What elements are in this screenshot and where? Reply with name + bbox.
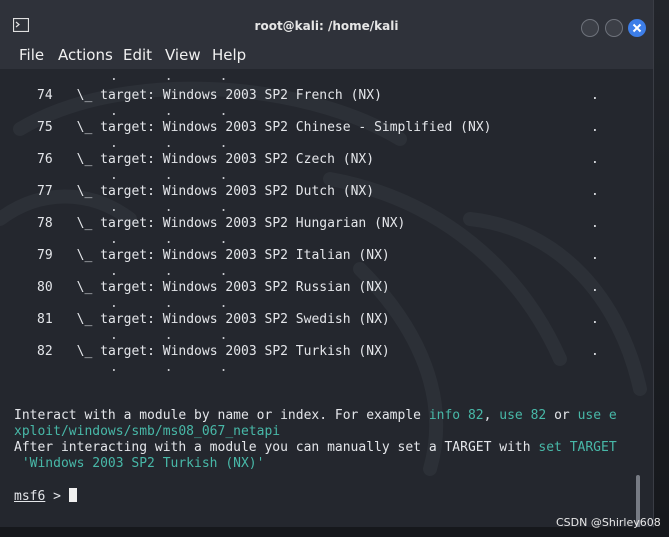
menu-view[interactable]: View	[165, 46, 201, 64]
terminal-window: root@kali: /home/kali File Actions Edit …	[0, 0, 654, 527]
row-tail: .	[591, 152, 599, 167]
watermark-text: CSDN @Shirley608	[556, 516, 661, 529]
dot-row: . . .	[110, 104, 228, 119]
menu-actions[interactable]: Actions	[58, 46, 113, 64]
row-tail: .	[591, 312, 599, 327]
list-item: 74 \_ target: Windows 2003 SP2 French (NX…	[37, 88, 382, 103]
dot-row: . . .	[110, 328, 228, 343]
close-button[interactable]	[628, 19, 646, 37]
terminal-output[interactable]: . . . 74 \_ target: Windows 2003 SP2 Fren…	[0, 69, 653, 527]
list-item: 75 \_ target: Windows 2003 SP2 Chinese - …	[37, 120, 492, 135]
row-tail: .	[591, 280, 599, 295]
maximize-button[interactable]	[605, 19, 623, 37]
dot-row: . . .	[110, 232, 228, 247]
dot-row: . . .	[110, 200, 228, 215]
dot-row: . . .	[110, 69, 228, 84]
row-tail: .	[591, 248, 599, 263]
help-line-4: 'Windows 2003 SP2 Turkish (NX)'	[14, 456, 265, 471]
prompt-label: msf6	[14, 489, 46, 504]
use-path-command: use e	[577, 408, 617, 423]
use-index-command: use 82	[499, 408, 547, 423]
help-line-2: xploit/windows/smb/ms08_067_netapi	[14, 424, 281, 439]
list-item: 76 \_ target: Windows 2003 SP2 Czech (NX)	[37, 152, 375, 167]
dot-row: . . .	[110, 264, 228, 279]
dot-row: . . .	[110, 168, 228, 183]
list-item: 79 \_ target: Windows 2003 SP2 Italian (N…	[37, 248, 390, 263]
dot-row: . . .	[110, 136, 228, 151]
list-item: 82 \_ target: Windows 2003 SP2 Turkish (N…	[37, 344, 390, 359]
menu-help[interactable]: Help	[212, 46, 246, 64]
row-tail: .	[591, 120, 599, 135]
text-cursor	[68, 488, 77, 502]
list-item: 77 \_ target: Windows 2003 SP2 Dutch (NX)	[37, 184, 375, 199]
window-title: root@kali: /home/kali	[254, 19, 399, 33]
set-target-command: set TARGET	[538, 440, 617, 455]
list-item: 81 \_ target: Windows 2003 SP2 Swedish (N…	[37, 312, 390, 327]
prompt-symbol: >	[45, 489, 69, 504]
title-bar[interactable]: root@kali: /home/kali	[0, 0, 653, 40]
close-icon	[632, 23, 642, 33]
list-item: 78 \_ target: Windows 2003 SP2 Hungarian …	[37, 216, 406, 231]
help-line-1: Interact with a module by name or index.…	[14, 408, 617, 423]
dot-row: . . .	[110, 360, 228, 375]
help-line-3: After interacting with a module you can …	[14, 440, 617, 455]
dot-row: . . .	[110, 296, 228, 311]
prompt-line[interactable]: msf6 >	[14, 488, 77, 505]
menu-edit[interactable]: Edit	[123, 46, 152, 64]
minimize-button[interactable]	[581, 19, 599, 37]
row-tail: .	[591, 344, 599, 359]
menu-bar: File Actions Edit View Help	[0, 40, 653, 69]
menu-file[interactable]: File	[19, 46, 44, 64]
list-item: 80 \_ target: Windows 2003 SP2 Russian (N…	[37, 280, 390, 295]
row-tail: .	[591, 216, 599, 231]
row-tail: .	[591, 88, 599, 103]
row-tail: .	[591, 184, 599, 199]
info-command: info 82	[428, 408, 484, 423]
